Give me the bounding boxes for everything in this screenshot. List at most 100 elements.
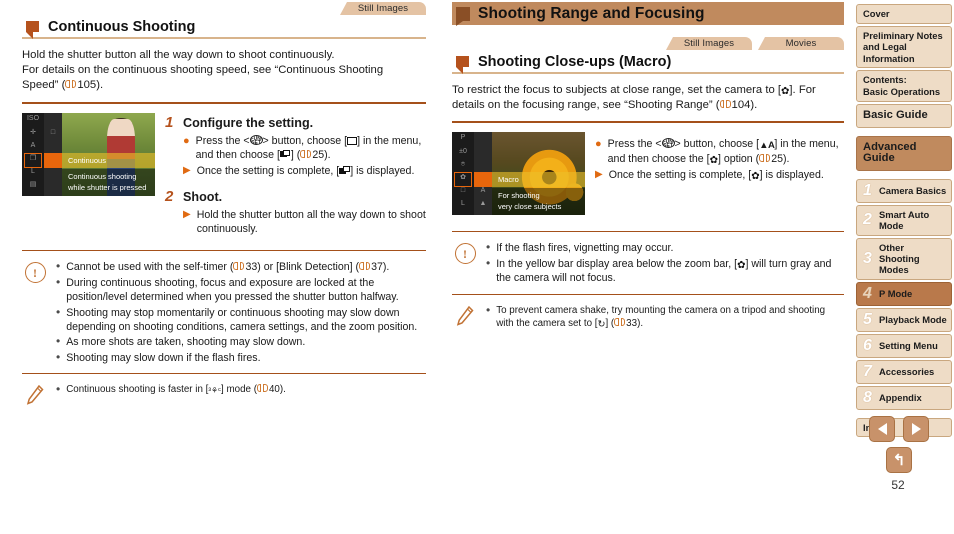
func-set-button-icon: FUNCSET <box>661 138 675 149</box>
sidebar-item-cover[interactable]: Cover <box>856 4 952 24</box>
page-navigation-controls: ↰ 52 <box>860 416 938 492</box>
screenshot-image: P±0⌾ ✿□L ✿A▲ Macro For shooting very clo… <box>452 132 585 216</box>
selected-option-outline <box>24 152 42 168</box>
chapter-number: 3 <box>863 249 872 267</box>
bullet-hold-shutter: ▶ Hold the shutter button all the way do… <box>183 208 426 237</box>
selected-option-highlight <box>44 152 62 168</box>
caution-item: • If the flash fires, vignetting may occu… <box>486 240 674 255</box>
sidebar-item-smart-auto-mode[interactable]: 2 Smart Auto Mode <box>856 204 952 236</box>
chevron-right-icon <box>911 423 921 435</box>
sidebar-item-basic-guide[interactable]: Basic Guide <box>856 103 952 128</box>
intro-line-2b: ). <box>750 99 758 112</box>
manual-page: Still Images Continuous Shooting Hold th… <box>0 0 954 534</box>
caution-block-right: ! • If the flash fires, vignetting may oc… <box>452 240 844 286</box>
step-2: 2 Shoot. <box>165 187 426 205</box>
intro-ref-page[interactable]: 104 <box>732 99 751 111</box>
chapter-label: Camera Basics <box>879 185 947 197</box>
note-item: • Continuous shooting is faster in [³⚘ᶜ]… <box>56 382 286 397</box>
macro-bullets: ● Press the <FUNCSET> button, choose [▲A… <box>595 132 844 215</box>
note-block-right: • To prevent camera shake, try mounting … <box>452 302 844 332</box>
sidebar-item-other-shooting-modes[interactable]: 3 Other Shooting Modes <box>856 237 952 280</box>
camera-screenshot-macro: P±0⌾ ✿□L ✿A▲ Macro For shooting very clo… <box>452 132 585 216</box>
chapter-label: Playback Mode <box>879 314 947 326</box>
back-row: ↰ <box>860 447 938 473</box>
caution-item: • During continuous shooting, focus and e… <box>56 274 399 304</box>
note-top-divider <box>452 293 844 295</box>
chapter-number: 8 <box>863 388 872 406</box>
page-ref-book-icon <box>759 153 771 163</box>
chapter-number: 4 <box>863 284 872 302</box>
sidebar-item-playback-mode[interactable]: 5 Playback Mode <box>856 307 952 332</box>
tab-movies: Movies <box>758 37 844 50</box>
bullet-press-func: ● Press the <FUNCSET> button, choose [] … <box>183 134 426 163</box>
page-ref-book-icon <box>300 149 312 159</box>
contents-line-1: Contents: <box>863 74 907 86</box>
menu-label-bar: Continuous <box>62 152 155 168</box>
chapter-label: Setting Menu <box>879 340 938 352</box>
sidebar-item-setting-menu[interactable]: 6 Setting Menu <box>856 333 952 358</box>
bullet-text: Once the setting is complete, [] is disp… <box>196 165 415 178</box>
sidebar-item-preliminary-notes[interactable]: Preliminary Notes and Legal Information <box>856 25 952 69</box>
step-2-bullets: ▶ Hold the shutter button all the way do… <box>183 208 426 237</box>
previous-page-button[interactable] <box>869 416 895 442</box>
section-header-continuous-shooting: Continuous Shooting <box>22 15 426 39</box>
sidebar-item-p-mode[interactable]: 4 P Mode <box>856 281 952 306</box>
desc-line-1: Continuous shooting <box>68 171 137 181</box>
caution-block-left: ! • Cannot be used with the self-timer (… <box>22 259 426 366</box>
sidebar-item-accessories[interactable]: 7 Accessories <box>856 359 952 384</box>
next-page-button[interactable] <box>903 416 929 442</box>
page-ref-book-icon <box>719 100 731 109</box>
sidebar-item-camera-basics[interactable]: 1 Camera Basics <box>856 178 952 203</box>
sidebar-item-contents[interactable]: Contents: Basic Operations <box>856 70 952 102</box>
intro-paragraph: Hold the shutter button all the way down… <box>22 48 426 94</box>
back-button[interactable]: ↰ <box>886 447 912 473</box>
section-header-macro: Shooting Close-ups (Macro) <box>452 50 844 74</box>
intro-line-1b: ]. For <box>789 84 816 96</box>
note-top-divider <box>22 373 426 375</box>
bullet-text: Hold the shutter button all the way down… <box>196 208 426 235</box>
macro-icon: ✿ <box>751 171 760 182</box>
section-title: Shooting Close-ups (Macro) <box>478 53 672 70</box>
section-marker-icon <box>456 56 469 74</box>
bullet-triangle-icon: ▶ <box>183 165 191 177</box>
step-1-bullets: ● Press the <FUNCSET> button, choose [] … <box>183 134 426 179</box>
band-title: Shooting Range and Focusing <box>478 4 705 22</box>
caution-item: • Shooting may slow down if the flash fir… <box>56 349 261 364</box>
caution-icon: ! <box>24 262 46 284</box>
steps-text: 1 Configure the setting. ● Press the <FU… <box>165 113 426 239</box>
desc-line-2: while shutter is pressed <box>68 182 147 192</box>
intro-paragraph: To restrict the focus to subjects at clo… <box>452 83 844 113</box>
note-item: • To prevent camera shake, try mounting … <box>486 302 826 331</box>
section-divider <box>452 121 844 124</box>
chapter-label: Appendix <box>879 392 922 404</box>
caution-item: • Shooting may stop momentarily or contin… <box>56 304 418 333</box>
bullet-dot-icon: ● <box>183 134 190 147</box>
bullet-setting-complete: ▶ Once the setting is complete, [] is di… <box>183 164 426 179</box>
sidebar-item-appendix[interactable]: 8 Appendix <box>856 385 952 410</box>
bullet-setting-complete: ▶ Once the setting is complete, [✿] is d… <box>595 168 844 183</box>
chapter-label: Smart Auto Mode <box>879 208 930 232</box>
step-1-title: Configure the setting. <box>183 115 314 130</box>
step-2-title: Shoot. <box>183 189 223 204</box>
contents-line-2: Basic Operations <box>863 85 941 97</box>
sidebar-navigation: Cover Preliminary Notes and Legal Inform… <box>856 4 952 439</box>
desc-line-1: For shooting <box>498 191 540 201</box>
caution-icon: ! <box>454 243 476 265</box>
chapter-number: 2 <box>863 211 872 229</box>
page-ref-book-icon <box>614 318 626 327</box>
chapter-number: 1 <box>863 181 872 199</box>
sidebar-item-advanced-guide[interactable]: Advanced Guide <box>856 135 952 171</box>
left-column: Still Images Continuous Shooting Hold th… <box>22 0 426 405</box>
caution-items: • Cannot be used with the self-timer (33… <box>56 259 426 366</box>
tab-still-images: Still Images <box>666 37 752 50</box>
continuous-shooting-icon <box>279 149 291 159</box>
screenshot-image: ISO✛A ❐L▤ □❐ Continuous Continuous shoot… <box>22 112 155 196</box>
caution-item: • Cannot be used with the self-timer (33… <box>56 259 390 274</box>
section-marker-icon <box>26 21 39 39</box>
intro-line-1a: To restrict the focus to subjects at clo… <box>452 84 782 96</box>
selected-option-outline <box>454 172 472 188</box>
intro-ref-page[interactable]: 105 <box>77 79 96 91</box>
step-2-number: 2 <box>165 187 174 205</box>
page-ref-book-icon <box>65 80 77 89</box>
